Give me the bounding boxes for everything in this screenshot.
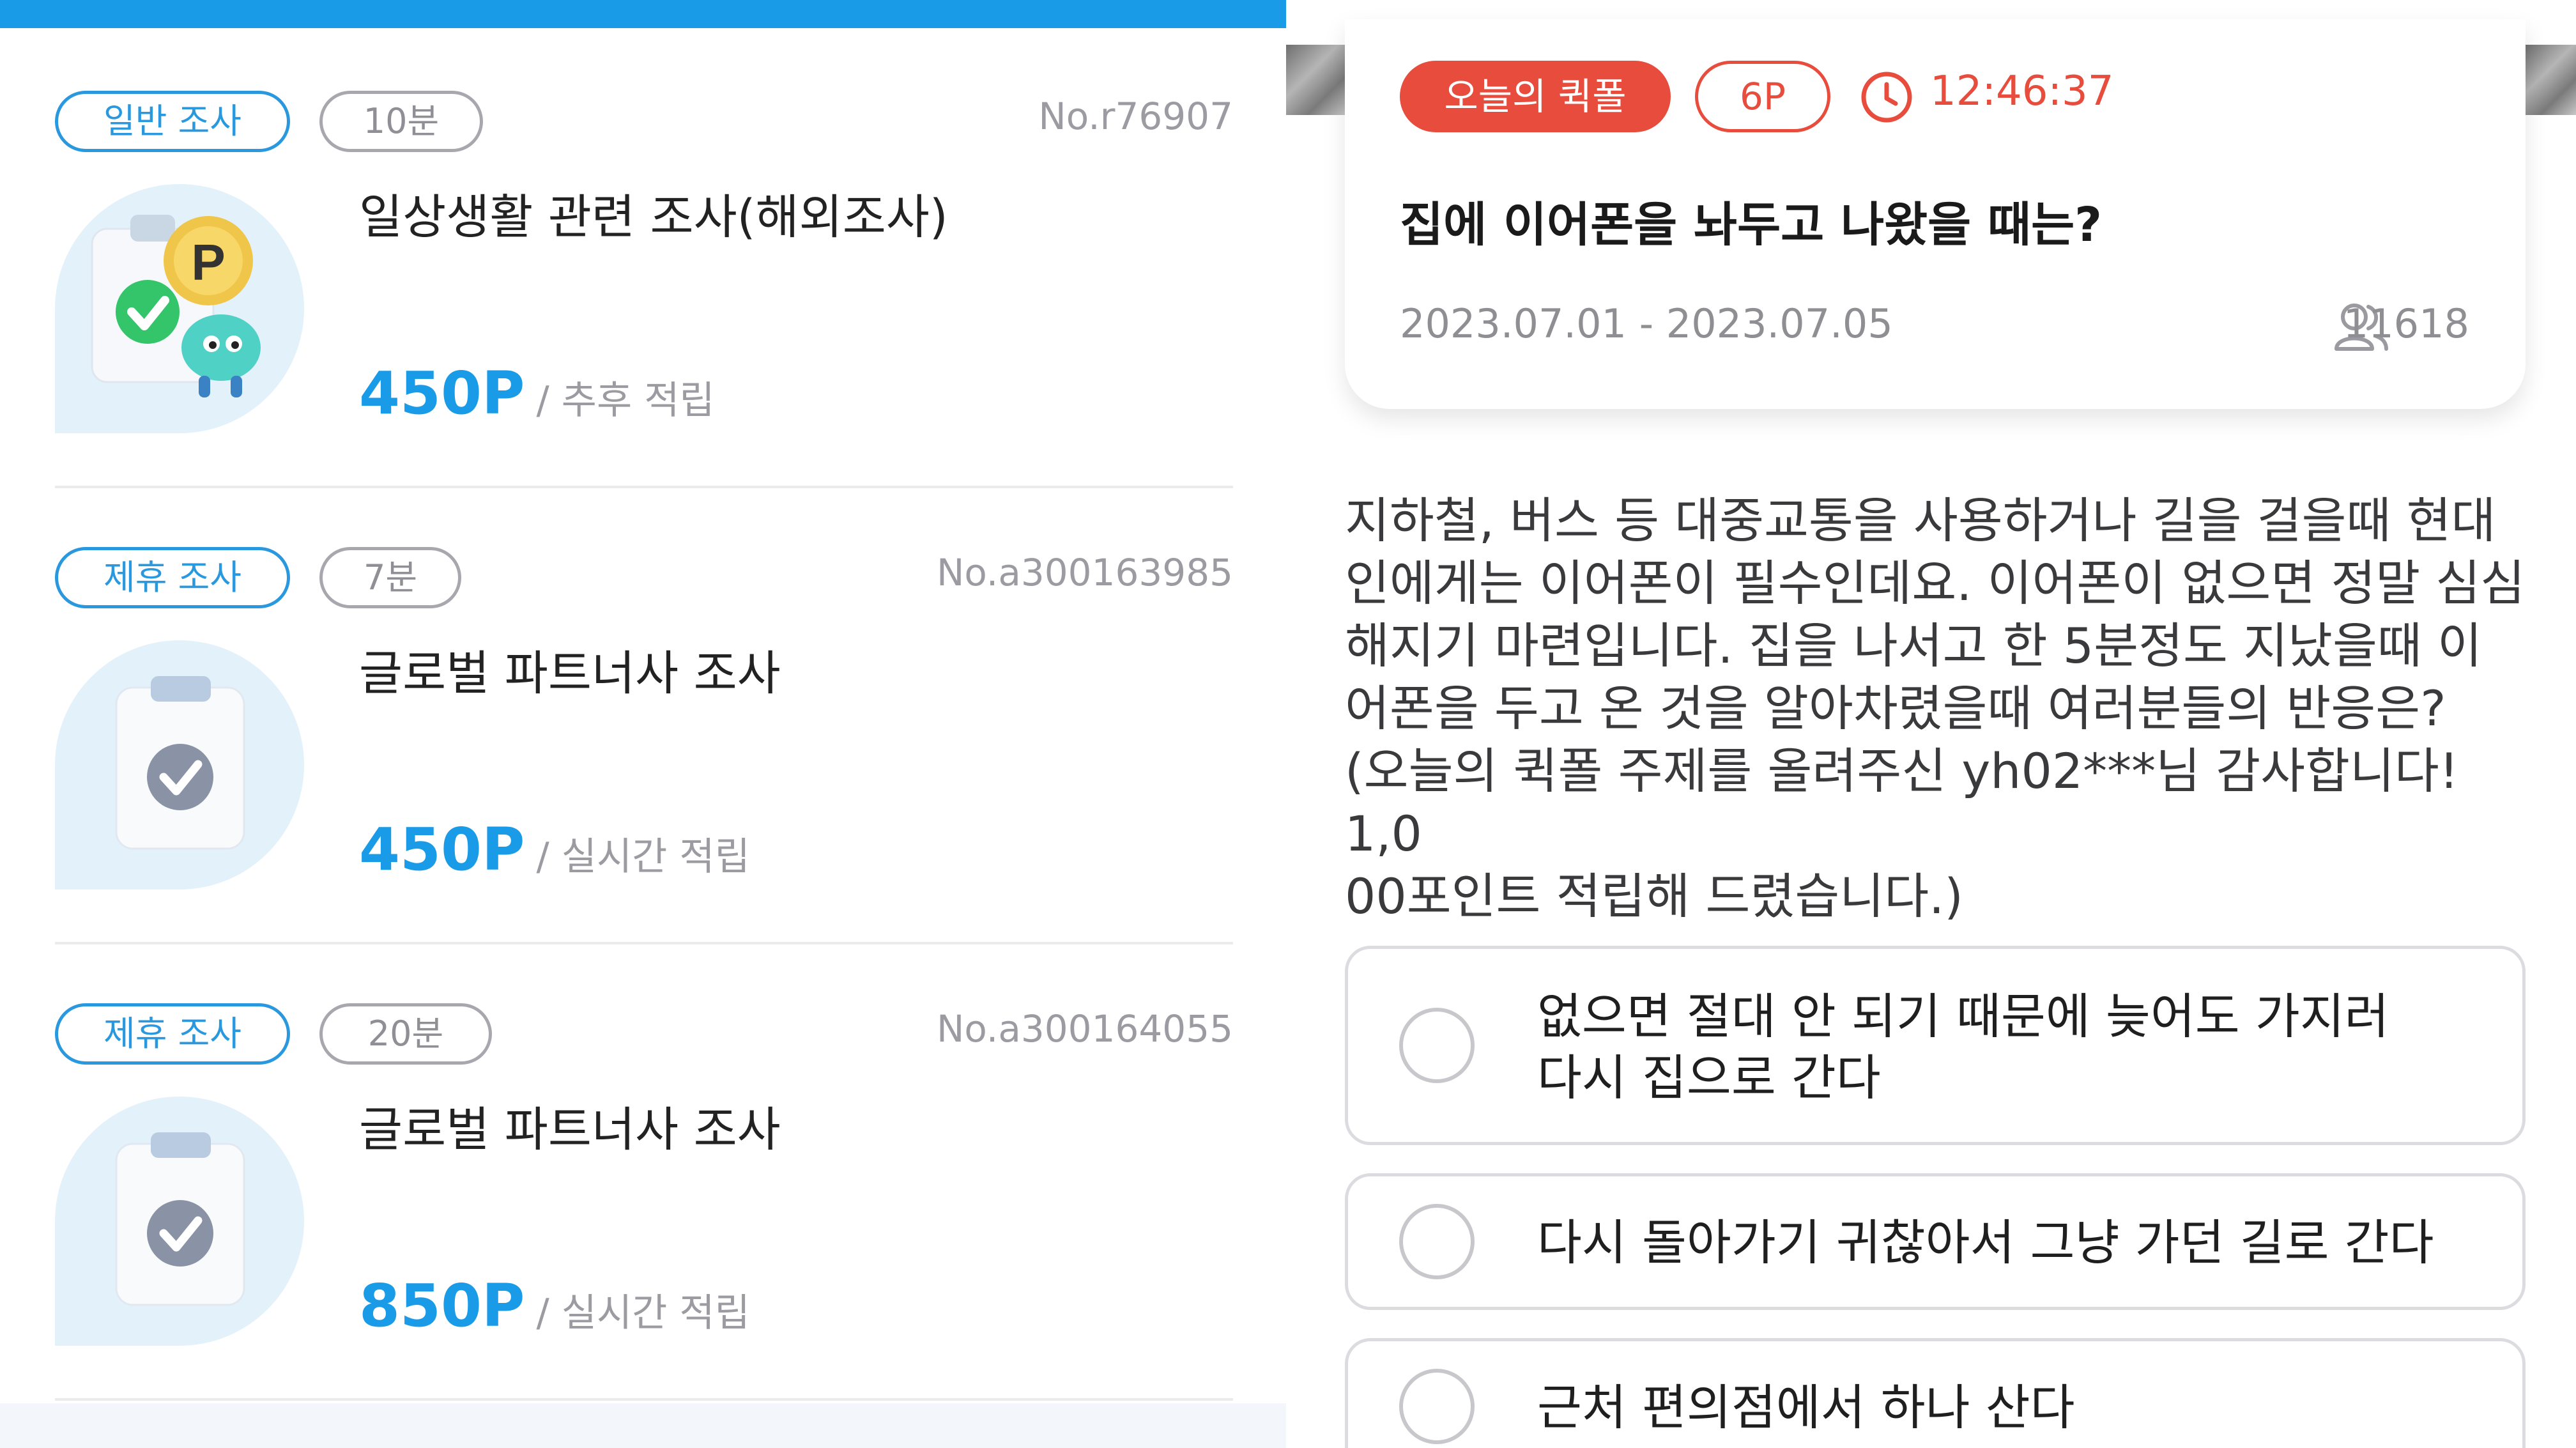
list-footer: [0, 1403, 1286, 1448]
clock-icon: [1860, 70, 1913, 124]
poll-question: 집에 이어폰을 놔두고 나왔을 때는?: [1400, 197, 2103, 252]
divider: [55, 486, 1233, 488]
radio-button[interactable]: [1399, 1369, 1475, 1444]
survey-list-panel: 일반 조사 10분 No.r76907 P 일상생활 관련 조사(해외조사) 4…: [0, 0, 1286, 1448]
divider: [55, 1398, 1233, 1401]
survey-card[interactable]: 제휴 조사 7분 No.a300163985 글로벌 파트너사 조사 450P /…: [55, 547, 1233, 1003]
survey-title: 글로벌 파트너사 조사: [359, 1102, 781, 1157]
duration-badge: 7분: [319, 547, 461, 608]
quick-poll-panel: 오늘의 퀵폴 6P 12:46:37 집에 이어폰을 놔두고 나왔을 때는? 2…: [1286, 0, 2576, 1448]
survey-card[interactable]: 일반 조사 10분 No.r76907 P 일상생활 관련 조사(해외조사) 4…: [55, 91, 1233, 547]
participant-count: 11618: [2343, 300, 2469, 347]
reward-info: 850P / 실시간 적립: [359, 1272, 750, 1340]
radio-button[interactable]: [1399, 1204, 1475, 1279]
survey-type-tag: 일반 조사: [55, 91, 290, 152]
reward-points: 450P: [359, 815, 525, 884]
top-progress-bar: [0, 0, 1286, 28]
survey-title: 일상생활 관련 조사(해외조사): [359, 190, 948, 245]
radio-button[interactable]: [1399, 1008, 1475, 1083]
clipboard-check-icon: [55, 1097, 304, 1346]
clipboard-coin-mascot-icon: P: [55, 184, 304, 433]
option-label: 없으면 절대 안 되기 때문에 늦어도 가지러 다시 집으로 간다: [1537, 988, 2389, 1106]
reward-info: 450P / 실시간 적립: [359, 815, 750, 884]
reward-points: 850P: [359, 1272, 525, 1340]
reward-note: / 실시간 적립: [536, 835, 750, 879]
survey-type-tag: 제휴 조사: [55, 1003, 290, 1065]
survey-number: No.r76907: [1038, 95, 1233, 138]
poll-option[interactable]: 없으면 절대 안 되기 때문에 늦어도 가지러 다시 집으로 간다: [1345, 946, 2526, 1145]
clipboard-check-icon: [55, 640, 304, 890]
duration-badge: 10분: [319, 91, 483, 152]
option-label: 다시 돌아가기 귀찮아서 그냥 가던 길로 간다: [1537, 1214, 2434, 1271]
survey-number: No.a300164055: [937, 1007, 1233, 1051]
survey-type-tag: 제휴 조사: [55, 547, 290, 608]
countdown-timer: 12:46:37: [1930, 68, 2114, 115]
poll-info-card: 오늘의 퀵폴 6P 12:46:37 집에 이어폰을 놔두고 나왔을 때는? 2…: [1345, 19, 2526, 409]
reward-points: 450P: [359, 359, 525, 427]
survey-card[interactable]: 제휴 조사 20분 No.a300164055 글로벌 파트너사 조사 850P…: [55, 1003, 1233, 1448]
poll-period: 2023.07.01 - 2023.07.05: [1400, 300, 1893, 347]
poll-tag: 오늘의 퀵폴: [1400, 61, 1671, 132]
reward-info: 450P / 추후 적립: [359, 359, 715, 427]
banner-image-edge: [1286, 45, 1346, 115]
option-label: 근처 편의점에서 하나 산다: [1537, 1379, 2075, 1436]
survey-title: 글로벌 파트너사 조사: [359, 646, 781, 701]
divider: [55, 942, 1233, 944]
poll-option[interactable]: 근처 편의점에서 하나 산다: [1345, 1338, 2526, 1448]
reward-note: / 실시간 적립: [536, 1291, 750, 1336]
banner-image-edge: [2526, 45, 2576, 115]
points-badge: 6P: [1695, 61, 1830, 132]
poll-option[interactable]: 다시 돌아가기 귀찮아서 그냥 가던 길로 간다: [1345, 1173, 2526, 1310]
duration-badge: 20분: [319, 1003, 492, 1065]
poll-description: 지하철, 버스 등 대중교통을 사용하거나 길을 걸을때 현대 인에게는 이어폰…: [1345, 492, 2526, 925]
reward-note: / 추후 적립: [536, 378, 715, 423]
survey-number: No.a300163985: [937, 551, 1233, 594]
svg-text:P: P: [191, 234, 225, 291]
